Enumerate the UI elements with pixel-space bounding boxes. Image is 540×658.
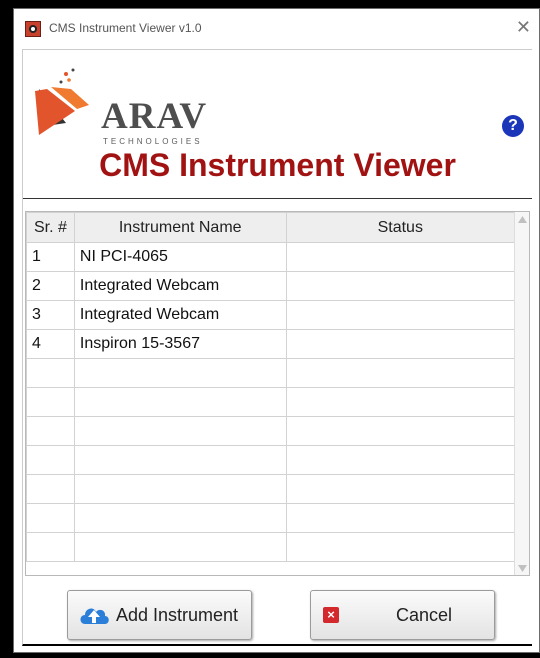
table-row[interactable]: 3 Integrated Webcam — [26, 300, 516, 330]
cell-sr[interactable] — [26, 358, 75, 388]
cell-sr[interactable]: 4 — [26, 329, 75, 359]
cancel-button[interactable]: × Cancel — [310, 590, 495, 640]
table-header-row: Sr. # Instrument Name Status — [26, 212, 516, 243]
help-icon[interactable]: ? — [502, 115, 524, 137]
cell-sr[interactable] — [26, 532, 75, 562]
table-row[interactable] — [26, 416, 516, 446]
cell-status[interactable] — [285, 358, 516, 388]
table-row[interactable] — [26, 532, 516, 562]
cell-status[interactable] — [285, 271, 516, 301]
cell-instrument-name[interactable] — [73, 474, 287, 504]
cell-instrument-name[interactable] — [73, 416, 287, 446]
table-row[interactable] — [26, 358, 516, 388]
logo-tagline: TECHNOLOGIES — [103, 137, 203, 146]
cell-sr[interactable] — [26, 474, 75, 504]
cell-instrument-name[interactable] — [73, 445, 287, 475]
cell-instrument-name[interactable]: Inspiron 15-3567 — [73, 329, 287, 359]
table-row[interactable]: 2 Integrated Webcam — [26, 271, 516, 301]
cell-sr[interactable] — [26, 416, 75, 446]
close-icon[interactable]: ✕ — [516, 18, 531, 36]
scroll-up-arrow-icon[interactable] — [518, 216, 527, 223]
cell-sr[interactable]: 2 — [26, 271, 75, 301]
table-row[interactable] — [26, 387, 516, 417]
scroll-down-arrow-icon[interactable] — [518, 565, 527, 572]
main-panel: ARAV TECHNOLOGIES ? CMS Instrument Viewe… — [22, 49, 532, 646]
cell-sr[interactable] — [26, 503, 75, 533]
cell-status[interactable] — [285, 387, 516, 417]
table-row[interactable] — [26, 474, 516, 504]
app-icon — [25, 21, 41, 37]
cell-instrument-name[interactable]: Integrated Webcam — [73, 271, 287, 301]
column-header-sr[interactable]: Sr. # — [26, 212, 75, 243]
logo-text: ARAV — [101, 96, 208, 137]
cell-status[interactable] — [285, 300, 516, 330]
divider — [23, 198, 532, 199]
cell-status[interactable] — [285, 329, 516, 359]
vertical-scrollbar[interactable] — [514, 212, 529, 575]
cell-instrument-name[interactable] — [73, 532, 287, 562]
column-header-status[interactable]: Status — [285, 212, 516, 243]
cancel-label: Cancel — [396, 605, 453, 625]
cell-status[interactable] — [285, 242, 516, 272]
cell-status[interactable] — [285, 503, 516, 533]
cloud-upload-icon — [80, 608, 109, 624]
cell-sr[interactable] — [26, 445, 75, 475]
page-title: CMS Instrument Viewer — [99, 147, 456, 183]
cell-instrument-name[interactable]: NI PCI-4065 — [73, 242, 287, 272]
instrument-table[interactable]: Sr. # Instrument Name Status 1 NI PCI-406… — [25, 211, 530, 576]
add-instrument-label: Add Instrument — [116, 605, 239, 625]
company-logo: ARAV TECHNOLOGIES — [31, 65, 231, 147]
cell-instrument-name[interactable]: Integrated Webcam — [73, 300, 287, 330]
column-header-instrument-name[interactable]: Instrument Name — [73, 212, 287, 243]
app-window: CMS Instrument Viewer v1.0 ✕ ARAV TECHNO… — [13, 8, 540, 653]
title-bar: CMS Instrument Viewer v1.0 ✕ — [14, 9, 539, 49]
table-row[interactable] — [26, 503, 516, 533]
cancel-icon: × — [323, 607, 339, 623]
cell-instrument-name[interactable] — [73, 503, 287, 533]
add-instrument-button[interactable]: Add Instrument — [67, 590, 252, 640]
cell-sr[interactable]: 3 — [26, 300, 75, 330]
table-row[interactable] — [26, 445, 516, 475]
cell-status[interactable] — [285, 474, 516, 504]
cell-status[interactable] — [285, 532, 516, 562]
cell-instrument-name[interactable] — [73, 387, 287, 417]
window-title: CMS Instrument Viewer v1.0 — [49, 21, 202, 35]
cell-sr[interactable] — [26, 387, 75, 417]
table-row[interactable]: 4 Inspiron 15-3567 — [26, 329, 516, 359]
cell-sr[interactable]: 1 — [26, 242, 75, 272]
cell-status[interactable] — [285, 445, 516, 475]
table-row[interactable]: 1 NI PCI-4065 — [26, 242, 516, 272]
logo-mark-icon — [35, 68, 89, 135]
cell-status[interactable] — [285, 416, 516, 446]
cell-instrument-name[interactable] — [73, 358, 287, 388]
